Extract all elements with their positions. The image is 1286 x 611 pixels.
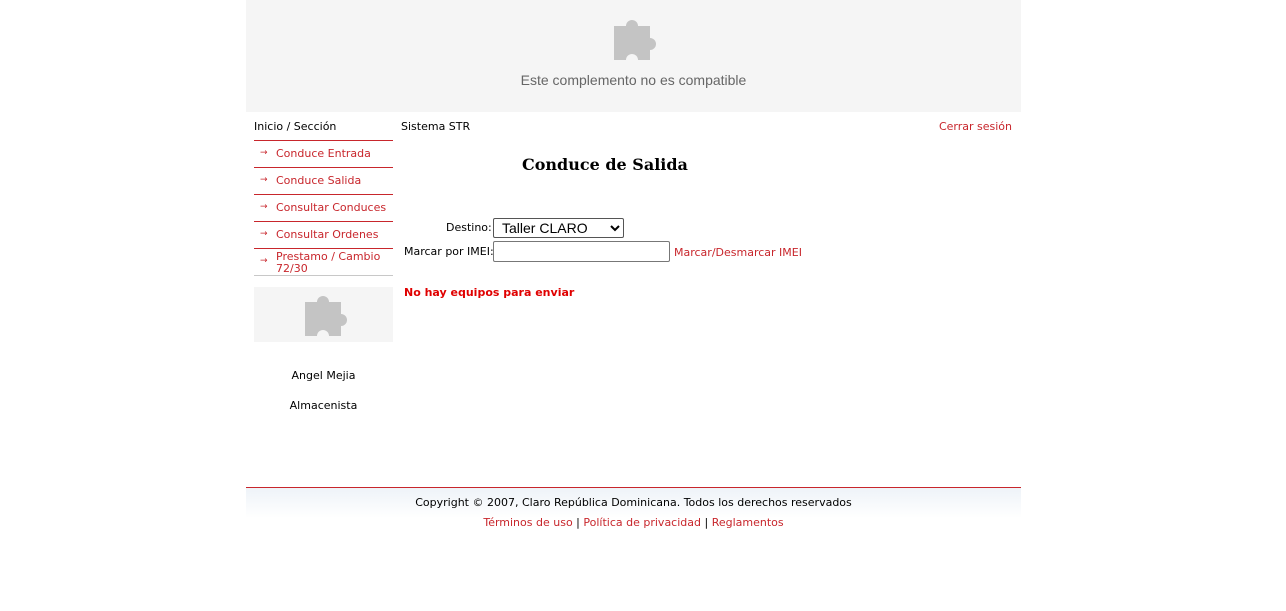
puzzle-icon [305,296,347,336]
arrow-icon: → [260,175,268,185]
imei-input[interactable] [493,241,670,262]
footer-separator: | [704,516,709,529]
sidebar-item-label: Conduce Salida [276,174,362,187]
logout-link[interactable]: Cerrar sesión [939,120,1012,133]
page-container: Este complemento no es compatible Inicio… [246,0,1021,611]
sidebar-plugin-placeholder [254,287,393,342]
sidebar-item-consultar-conduces[interactable]: → Consultar Conduces [254,194,393,221]
puzzle-icon [614,20,656,60]
arrow-icon: → [260,256,268,266]
sidebar-item-label: Conduce Entrada [276,147,371,160]
footer-separator: | [576,516,580,529]
imei-label: Marcar por IMEI: [404,245,494,258]
terms-link[interactable]: Términos de uso [483,516,572,529]
sidebar-menu: → Conduce Entrada → Conduce Salida → Con… [254,140,393,276]
sidebar-item-label: Consultar Conduces [276,201,387,214]
arrow-icon: → [260,148,268,158]
plugin-message: Este complemento no es compatible [520,72,747,88]
user-role: Almacenista [289,399,358,412]
sidebar-item-conduce-entrada[interactable]: → Conduce Entrada [254,140,393,167]
plugin-banner: Este complemento no es compatible [246,0,1021,112]
sidebar-item-conduce-salida[interactable]: → Conduce Salida [254,167,393,194]
empty-message: No hay equipos para enviar [404,286,575,299]
sidebar-item-label: Prestamo / Cambio 72/30 [276,250,381,275]
rules-link[interactable]: Reglamentos [712,516,784,529]
privacy-link[interactable]: Política de privacidad [583,516,701,529]
footer-links: Términos de uso | Política de privacidad… [246,516,1021,529]
system-name: Sistema STR [401,120,471,133]
copyright-text: Copyright © 2007, Claro República Domini… [415,496,852,509]
arrow-icon: → [260,229,268,239]
sidebar-item-label: Consultar Ordenes [276,228,379,241]
page-title: Conduce de Salida [522,155,688,174]
destino-select[interactable]: Taller CLARO [493,218,624,238]
destino-label: Destino: [446,221,492,234]
breadcrumb: Inicio / Sección [254,120,337,133]
toggle-imei-link[interactable]: Marcar/Desmarcar IMEI [674,246,802,259]
sidebar-item-prestamo-cambio[interactable]: → Prestamo / Cambio 72/30 [254,248,393,276]
arrow-icon: → [260,202,268,212]
sidebar-item-consultar-ordenes[interactable]: → Consultar Ordenes [254,221,393,248]
user-name: Angel Mejia [291,369,356,382]
